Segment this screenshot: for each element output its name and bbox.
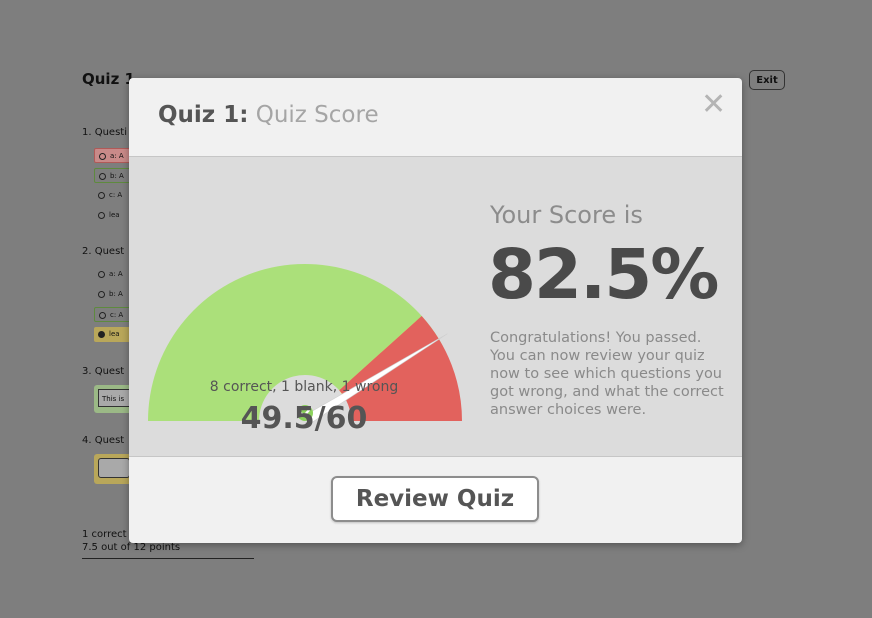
modal-header: Quiz 1: Quiz Score ✕ xyxy=(129,78,742,156)
option-label: c: A xyxy=(110,311,124,319)
background-question-3: 3. Quest xyxy=(82,366,125,377)
score-label: Your Score is xyxy=(490,201,643,229)
radio-icon xyxy=(99,311,106,319)
background-footer-correct: 1 correct xyxy=(82,529,127,540)
background-answer-box xyxy=(94,454,134,484)
background-answer-box: This is xyxy=(94,385,134,413)
radio-icon xyxy=(98,191,105,199)
option-label: lea xyxy=(109,211,120,219)
option-label: a: A xyxy=(110,152,124,160)
radio-icon xyxy=(99,172,106,180)
background-option[interactable]: a: A xyxy=(94,267,132,282)
points-total: 49.5/60 xyxy=(240,401,368,436)
background-answer-field[interactable] xyxy=(98,458,130,478)
exit-button[interactable]: Exit xyxy=(749,70,785,90)
background-option[interactable]: b: A xyxy=(94,287,132,302)
score-percentage: 82.5% xyxy=(488,235,719,315)
background-divider xyxy=(82,558,254,559)
background-question-4: 4. Quest xyxy=(82,435,125,446)
background-option[interactable]: lea xyxy=(94,327,132,342)
background-option[interactable]: a: A xyxy=(94,148,132,163)
radio-icon xyxy=(98,270,105,278)
close-icon[interactable]: ✕ xyxy=(701,90,726,120)
radio-icon xyxy=(98,290,105,298)
radio-icon xyxy=(98,211,105,219)
background-option[interactable]: lea xyxy=(94,208,132,223)
option-label: b: A xyxy=(109,290,123,298)
answer-summary: 8 correct, 1 blank, 1 wrong xyxy=(209,379,399,395)
option-label: c: A xyxy=(109,191,123,199)
background-option[interactable]: c: A xyxy=(94,188,132,203)
background-answer-field[interactable]: This is xyxy=(98,389,130,407)
background-option[interactable]: c: A xyxy=(94,307,132,322)
radio-icon xyxy=(98,330,105,338)
background-option[interactable]: b: A xyxy=(94,168,132,183)
modal-title-quiz-name: Quiz 1: xyxy=(158,102,249,128)
radio-icon xyxy=(99,152,106,160)
background-quiz-title: Quiz 1 xyxy=(82,70,135,88)
quiz-score-modal: Quiz 1: Quiz Score ✕ 8 correct, 1 blank,… xyxy=(129,78,742,543)
background-question-1: 1. Questi xyxy=(82,127,127,138)
option-label: a: A xyxy=(109,270,123,278)
review-quiz-button[interactable]: Review Quiz xyxy=(331,476,539,522)
background-footer-points: 7.5 out of 12 points xyxy=(82,542,181,553)
congratulations-message: Congratulations! You passed. You can now… xyxy=(490,330,724,418)
modal-title-subtitle: Quiz Score xyxy=(255,102,379,128)
background-question-2: 2. Quest xyxy=(82,246,125,257)
modal-title: Quiz 1: Quiz Score xyxy=(158,102,379,128)
modal-body: 8 correct, 1 blank, 1 wrong 49.5/60 Your… xyxy=(129,156,742,457)
option-label: b: A xyxy=(110,172,124,180)
option-label: lea xyxy=(109,330,120,338)
